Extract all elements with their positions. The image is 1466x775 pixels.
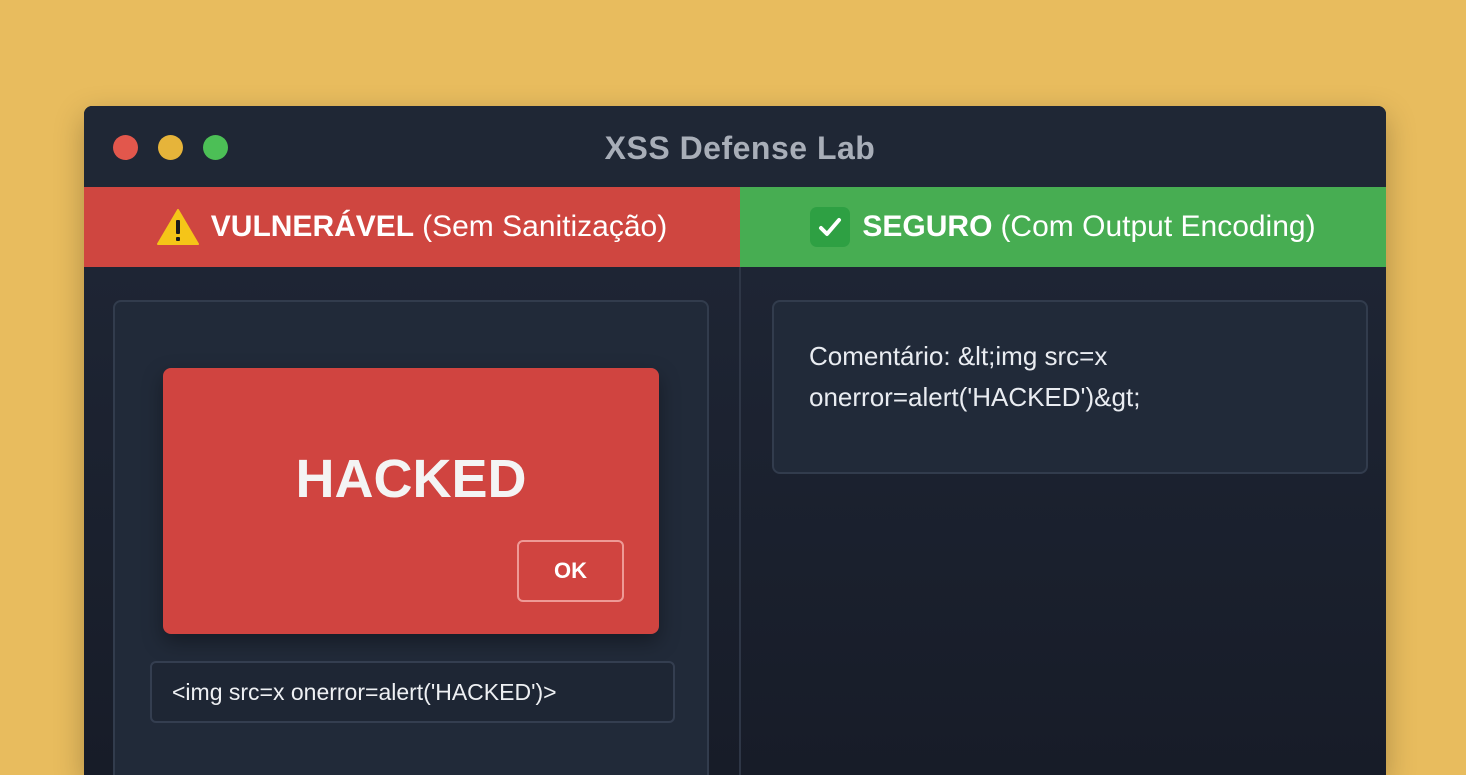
alert-ok-button[interactable]: OK: [517, 540, 624, 602]
content-panes: HACKED OK <img src=x onerror=alert('HACK…: [84, 267, 1386, 775]
vulnerable-banner-label: VULNERÁVEL: [210, 210, 415, 243]
app-window: XSS Defense Lab VULNERÁVEL (Sem Sanitiza…: [84, 106, 1386, 775]
check-icon: [810, 207, 851, 247]
encoded-comment-line2: onerror=alert('HACKED')&gt;: [809, 382, 1141, 412]
alert-dialog: HACKED OK: [163, 368, 659, 634]
secure-output-card: Comentário: &lt;img src=x onerror=alert(…: [772, 300, 1368, 474]
vulnerable-banner: VULNERÁVEL (Sem Sanitização): [84, 187, 740, 267]
encoded-comment-line1: Comentário: &lt;img src=x: [809, 341, 1108, 371]
secure-banner-subtitle: (Com Output Encoding): [1000, 210, 1316, 243]
vulnerable-output-card: HACKED OK <img src=x onerror=alert('HACK…: [113, 300, 709, 775]
comment-input[interactable]: <img src=x onerror=alert('HACKED')>: [150, 661, 675, 723]
vulnerable-banner-subtitle: (Sem Sanitização): [422, 210, 668, 243]
alert-message: HACKED: [295, 449, 527, 509]
secure-banner: SEGURO (Com Output Encoding): [740, 187, 1386, 267]
window-title: XSS Defense Lab: [604, 130, 876, 166]
pane-divider: [739, 267, 741, 775]
encoded-comment: Comentário: &lt;img src=x onerror=alert(…: [809, 336, 1329, 418]
title-bar: XSS Defense Lab: [84, 106, 1386, 187]
secure-banner-label: SEGURO: [862, 210, 993, 243]
warning-icon: [156, 209, 199, 245]
